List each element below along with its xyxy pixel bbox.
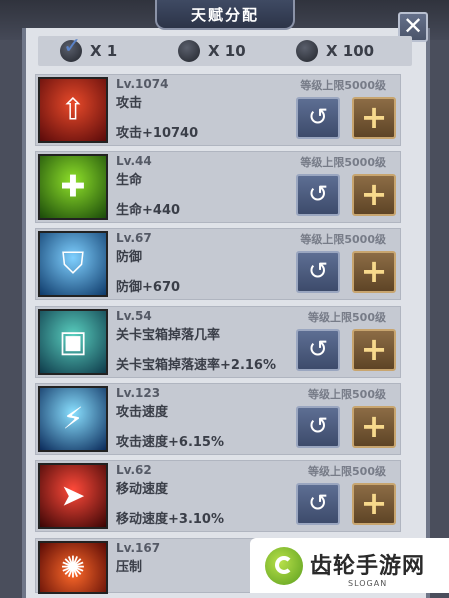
talent-level: Lv.54: [116, 309, 152, 323]
reset-button[interactable]: ↺: [296, 406, 340, 448]
talent-row-attack: ⇧ Lv.1074 等级上限5000级 攻击 攻击+10740 ↺ +: [35, 74, 401, 146]
talent-level: Lv.44: [116, 154, 152, 168]
multiplier-x100[interactable]: X 100: [296, 39, 374, 63]
shield-icon: ⛉: [38, 231, 108, 297]
radio-icon[interactable]: [296, 40, 318, 62]
reset-button[interactable]: ↺: [296, 174, 340, 216]
checked-radio-icon[interactable]: [60, 34, 82, 62]
add-level-button[interactable]: +: [352, 329, 396, 371]
talent-row-defense: ⛉ Lv.67 等级上限5000级 防御 防御+670 ↺ +: [35, 228, 401, 300]
talent-bonus: 移动速度+3.10%: [116, 512, 224, 527]
multiplier-x1[interactable]: X 1: [60, 34, 118, 63]
talent-name: 移动速度: [116, 482, 169, 497]
watermark-text: 齿轮手游网: [310, 554, 426, 579]
suppress-icon: ✺: [38, 541, 108, 594]
chest-icon: ▣: [38, 309, 108, 375]
talent-cap: 等级上限5000级: [300, 233, 386, 246]
multiplier-label: X 10: [208, 42, 246, 60]
talent-cap: 等级上限500级: [308, 311, 386, 324]
talent-cap: 等级上限5000级: [300, 79, 386, 92]
talent-name: 生命: [116, 173, 143, 188]
watermark: 齿轮手游网 SLOGAN: [250, 538, 449, 593]
talent-row-chest-drop: ▣ Lv.54 等级上限500级 关卡宝箱掉落几率 关卡宝箱掉落速率+2.16%…: [35, 306, 401, 378]
add-level-button[interactable]: +: [352, 483, 396, 525]
radio-icon[interactable]: [178, 40, 200, 62]
add-level-button[interactable]: +: [352, 97, 396, 139]
talent-level: Lv.123: [116, 386, 161, 400]
lightning-icon: ⚡: [38, 386, 108, 452]
multiplier-label: X 100: [326, 42, 375, 60]
talent-level: Lv.167: [116, 541, 161, 555]
talent-bonus: 生命+440: [116, 203, 181, 218]
health-icon: ✚: [38, 154, 108, 220]
multiplier-label: X 1: [90, 42, 118, 60]
talent-row-health: ✚ Lv.44 等级上限5000级 生命 生命+440 ↺ +: [35, 151, 401, 223]
talent-level: Lv.1074: [116, 77, 169, 91]
panel-title: 天赋分配: [155, 0, 295, 30]
talent-cap: 等级上限5000级: [300, 156, 386, 169]
talent-level: Lv.67: [116, 231, 152, 245]
talent-level: Lv.62: [116, 463, 152, 477]
multiplier-bar: X 1 X 10 X 100: [38, 34, 412, 66]
reset-button[interactable]: ↺: [296, 97, 340, 139]
talent-bonus: 攻击速度+6.15%: [116, 435, 224, 450]
add-level-button[interactable]: +: [352, 174, 396, 216]
watermark-slogan: SLOGAN: [348, 579, 388, 588]
talent-bonus: 防御+670: [116, 280, 181, 295]
talent-name: 关卡宝箱掉落几率: [116, 328, 221, 343]
reset-button[interactable]: ↺: [296, 251, 340, 293]
multiplier-x10[interactable]: X 10: [178, 39, 246, 63]
talent-name: 攻击速度: [116, 405, 169, 420]
talent-bonus: 关卡宝箱掉落速率+2.16%: [116, 358, 276, 373]
speed-icon: ➤: [38, 463, 108, 529]
talent-row-attack-speed: ⚡ Lv.123 等级上限500级 攻击速度 攻击速度+6.15% ↺ +: [35, 383, 401, 455]
talent-name: 防御: [116, 250, 143, 265]
attack-icon: ⇧: [38, 77, 108, 143]
reset-button[interactable]: ↺: [296, 329, 340, 371]
talent-cap: 等级上限500级: [308, 388, 386, 401]
reset-button[interactable]: ↺: [296, 483, 340, 525]
talent-cap: 等级上限500级: [308, 465, 386, 478]
talent-name: 攻击: [116, 96, 143, 111]
talent-name: 压制: [116, 560, 143, 575]
talent-bonus: 攻击+10740: [116, 126, 199, 141]
add-level-button[interactable]: +: [352, 406, 396, 448]
talent-row-move-speed: ➤ Lv.62 等级上限500级 移动速度 移动速度+3.10% ↺ +: [35, 460, 401, 532]
add-level-button[interactable]: +: [352, 251, 396, 293]
gear-logo-icon: [265, 547, 303, 585]
